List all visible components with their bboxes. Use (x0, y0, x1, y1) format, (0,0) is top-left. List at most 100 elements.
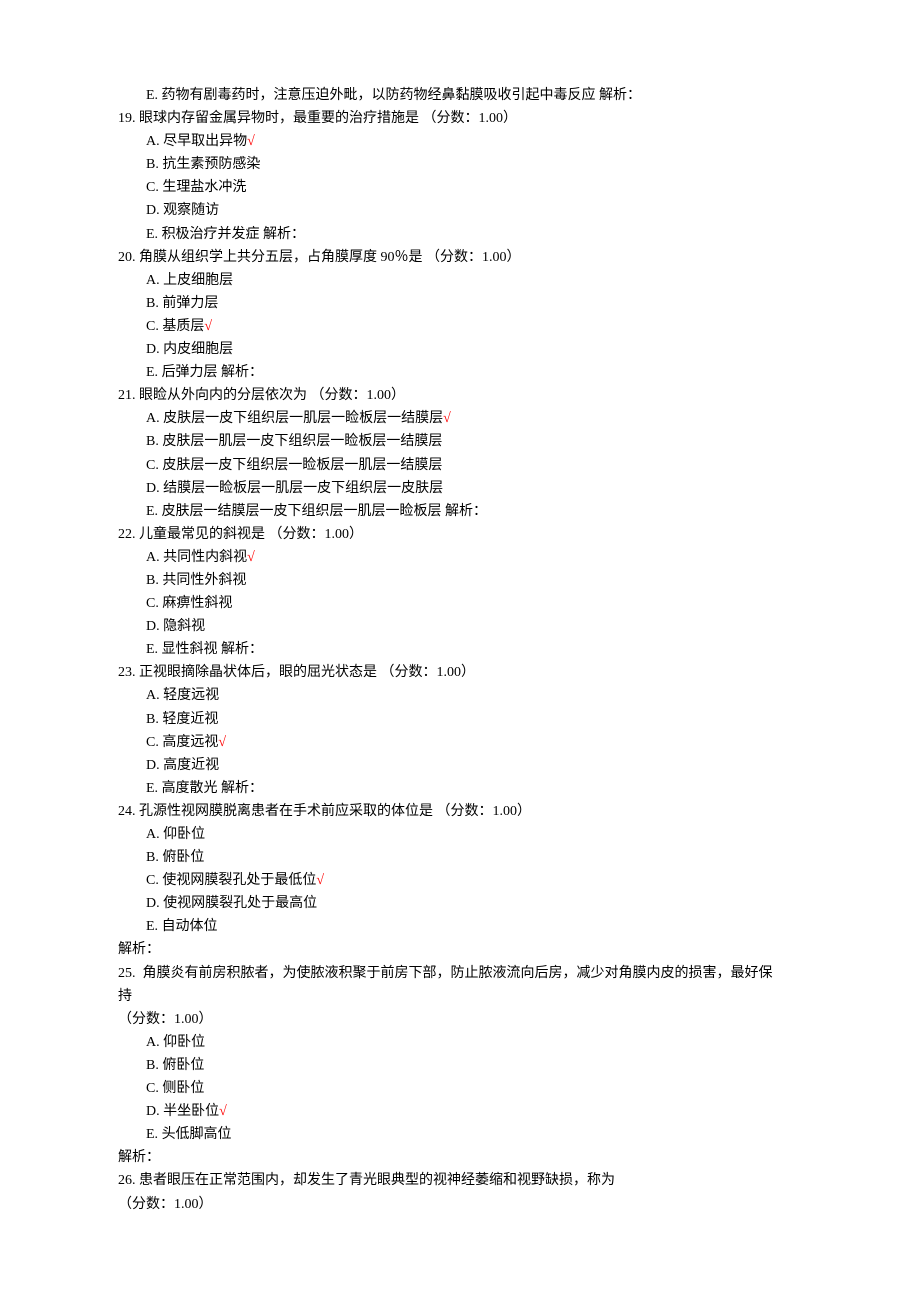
option-label: C. (146, 458, 159, 473)
option-text: 上皮细胞层 (163, 273, 233, 288)
option-text: 俯卧位 (162, 850, 204, 865)
analysis-label: 解析： (118, 1146, 802, 1169)
option-text: 自动体位 (162, 919, 218, 934)
option-A: A. 仰卧位 (118, 823, 802, 846)
question-text-continuation: （分数：1.00） (118, 1197, 213, 1212)
option-text: 轻度远视 (163, 688, 219, 703)
question-text: 儿童最常见的斜视是 （分数：1.00） (139, 527, 363, 542)
option-label: D. (146, 896, 160, 911)
option-C: C. 高度远视√ (118, 731, 802, 754)
option-text: 俯卧位 (162, 1058, 204, 1073)
option-A: A. 上皮细胞层 (118, 269, 802, 292)
option-B: B. 轻度近视 (118, 708, 802, 731)
question-text: 角膜炎有前房积脓者，为使脓液积聚于前房下部，防止脓液流向后房，减少对角膜内皮的损… (143, 966, 773, 981)
option-text: 抗生素预防感染 (162, 157, 260, 172)
question-number: 19. (118, 111, 136, 126)
option-label: E. (146, 1127, 158, 1142)
option-B: B. 抗生素预防感染 (118, 153, 802, 176)
option-text: 隐斜视 (163, 619, 205, 634)
option-E: E. 显性斜视 解析： (118, 638, 802, 661)
correct-mark-icon: √ (204, 319, 212, 334)
option-label: D. (146, 342, 160, 357)
option-text: 共同性内斜视 (163, 550, 247, 565)
prev-question-option-e: E. 药物有剧毒药时，注意压迫外毗，以防药物经鼻黏膜吸收引起中毒反应 解析： (118, 84, 802, 107)
option-text: 皮肤层一肌层一皮下组织层一睑板层一结膜层 (162, 434, 442, 449)
option-B: B. 俯卧位 (118, 846, 802, 869)
question-text-continuation: 持 (118, 989, 132, 1004)
correct-mark-icon: √ (247, 134, 255, 149)
option-B: B. 前弹力层 (118, 292, 802, 315)
option-E: E. 皮肤层一结膜层一皮下组织层一肌层一睑板层 解析： (118, 500, 802, 523)
option-label: C. (146, 596, 159, 611)
option-label: B. (146, 157, 159, 172)
option-text: 皮肤层一皮下组织层一肌层一睑板层一结膜层 (163, 411, 443, 426)
option-C: C. 生理盐水冲洗 (118, 176, 802, 199)
option-label: C. (146, 180, 159, 195)
question-text: 眼球内存留金属异物时，最重要的治疗措施是 （分数：1.00） (139, 111, 517, 126)
option-D: D. 半坐卧位√ (118, 1100, 802, 1123)
question-number: 20. (118, 250, 136, 265)
option-label: D. (146, 481, 160, 496)
question-19: 19. 眼球内存留金属异物时，最重要的治疗措施是 （分数：1.00） (118, 107, 802, 130)
question-extra-line: （分数：1.00） (118, 1193, 802, 1216)
question-number: 25. (118, 966, 136, 981)
option-text: 仰卧位 (163, 1035, 205, 1050)
correct-mark-icon: √ (218, 735, 226, 750)
option-text: 使视网膜裂孔处于最低位 (162, 873, 316, 888)
option-E: E. 自动体位 (118, 915, 802, 938)
option-label: D. (146, 619, 160, 634)
question-number: 22. (118, 527, 136, 542)
option-text: 仰卧位 (163, 827, 205, 842)
option-E: E. 头低脚高位 (118, 1123, 802, 1146)
correct-mark-icon: √ (219, 1104, 227, 1119)
option-label: A. (146, 411, 160, 426)
option-B: B. 皮肤层一肌层一皮下组织层一睑板层一结膜层 (118, 430, 802, 453)
analysis-text: 解析： (118, 1150, 160, 1165)
option-label: A. (146, 827, 160, 842)
question-text: 正视眼摘除晶状体后，眼的屈光状态是 （分数：1.00） (139, 665, 475, 680)
option-label: B. (146, 1058, 159, 1073)
correct-mark-icon: √ (247, 550, 255, 565)
option-E: E. 积极治疗并发症 解析： (118, 223, 802, 246)
option-B: B. 共同性外斜视 (118, 569, 802, 592)
option-label: B. (146, 850, 159, 865)
option-text: 高度近视 (163, 758, 219, 773)
option-D: D. 结膜层一睑板层一肌层一皮下组织层一皮肤层 (118, 477, 802, 500)
option-text: 使视网膜裂孔处于最高位 (163, 896, 317, 911)
question-extra-line: （分数：1.00） (118, 1008, 802, 1031)
option-text: 显性斜视 解析： (162, 642, 264, 657)
option-text: E. 药物有剧毒药时，注意压迫外毗，以防药物经鼻黏膜吸收引起中毒反应 解析： (146, 88, 641, 103)
option-D: D. 观察随访 (118, 199, 802, 222)
question-21: 21. 眼睑从外向内的分层依次为 （分数：1.00） (118, 384, 802, 407)
option-label: C. (146, 1081, 159, 1096)
option-A: A. 尽早取出异物√ (118, 130, 802, 153)
option-C: C. 侧卧位 (118, 1077, 802, 1100)
question-extra-line: 持 (118, 985, 802, 1008)
option-label: A. (146, 134, 160, 149)
option-D: D. 使视网膜裂孔处于最高位 (118, 892, 802, 915)
question-number: 21. (118, 388, 136, 403)
analysis-text: 解析： (118, 942, 160, 957)
option-text: 皮肤层一结膜层一皮下组织层一肌层一睑板层 解析： (162, 504, 488, 519)
option-label: E. (146, 504, 158, 519)
option-label: E. (146, 365, 158, 380)
option-label: C. (146, 319, 159, 334)
separator (136, 966, 143, 981)
question-number: 26. (118, 1173, 136, 1188)
option-label: A. (146, 550, 160, 565)
option-text: 麻痹性斜视 (162, 596, 232, 611)
option-label: A. (146, 273, 160, 288)
question-text: 孔源性视网膜脱离患者在手术前应采取的体位是 （分数：1.00） (139, 804, 531, 819)
question-number: 23. (118, 665, 136, 680)
option-A: A. 轻度远视 (118, 684, 802, 707)
question-23: 23. 正视眼摘除晶状体后，眼的屈光状态是 （分数：1.00） (118, 661, 802, 684)
option-C: C. 皮肤层一皮下组织层一睑板层一肌层一结膜层 (118, 454, 802, 477)
option-label: D. (146, 758, 160, 773)
option-label: A. (146, 1035, 160, 1050)
option-label: C. (146, 873, 159, 888)
option-text: 皮肤层一皮下组织层一睑板层一肌层一结膜层 (162, 458, 442, 473)
option-E: E. 后弹力层 解析： (118, 361, 802, 384)
option-label: B. (146, 573, 159, 588)
option-A: A. 仰卧位 (118, 1031, 802, 1054)
question-text-continuation: （分数：1.00） (118, 1012, 213, 1027)
